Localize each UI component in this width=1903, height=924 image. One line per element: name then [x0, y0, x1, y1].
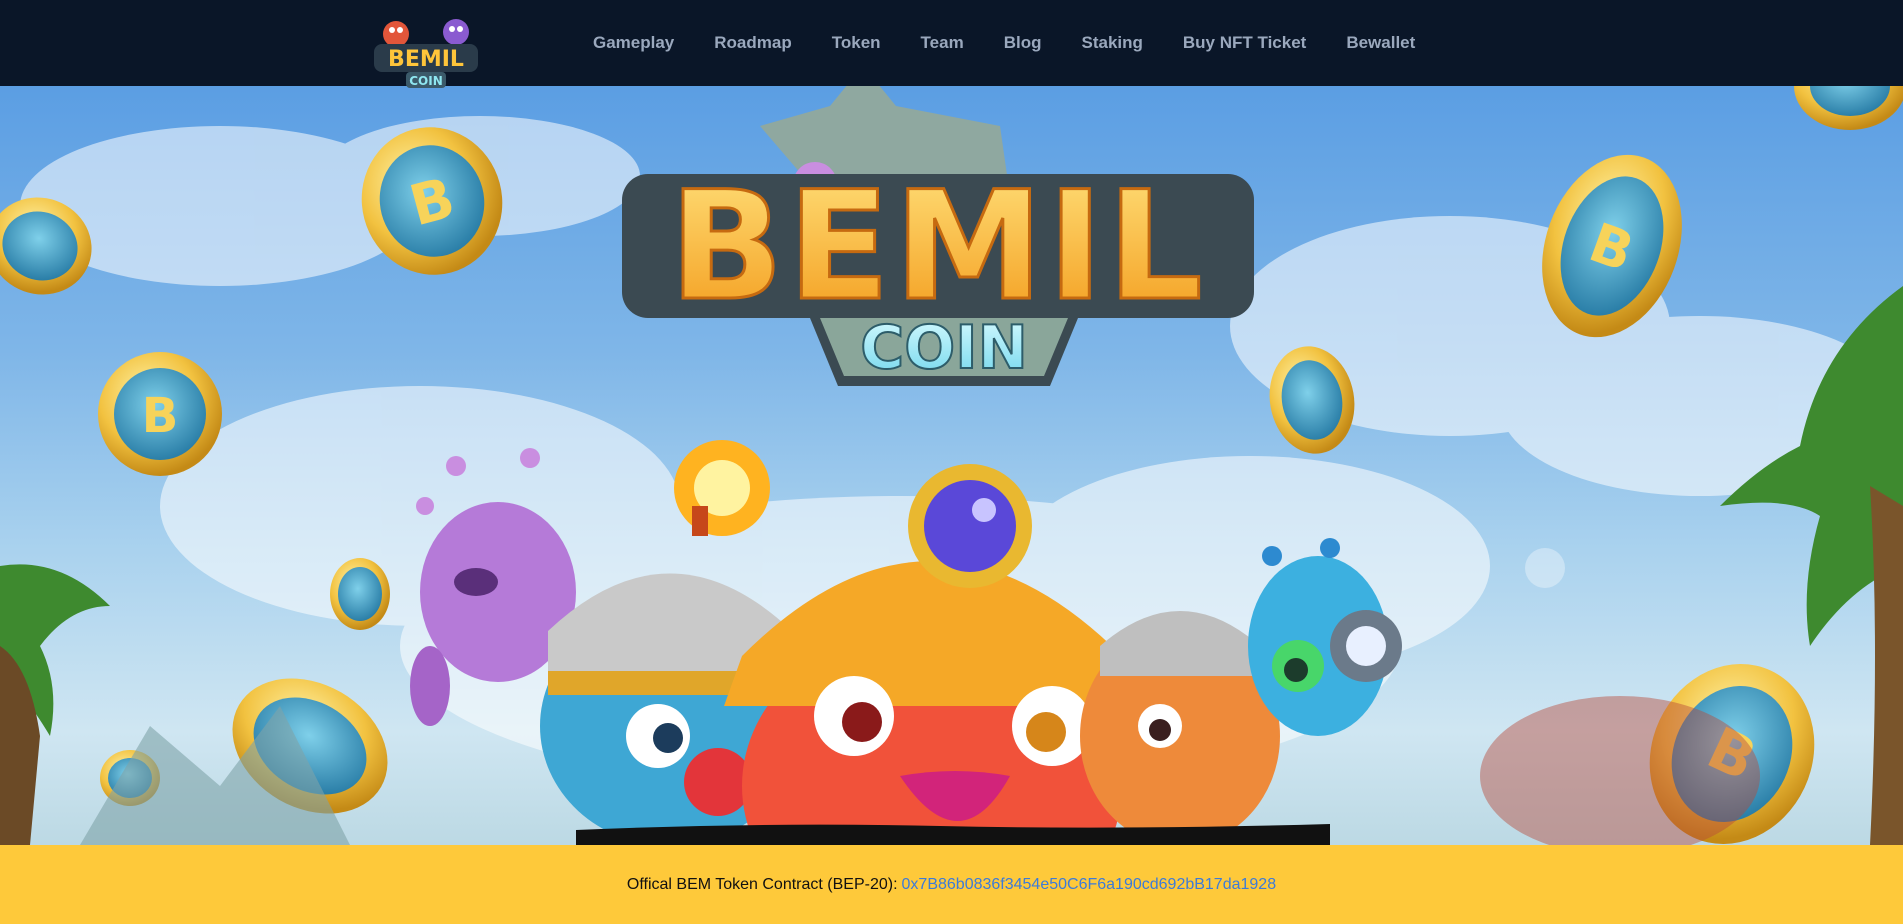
contract-address-link[interactable]: 0x7B86b0836f3454e50C6F6a190cd692bB17da19… — [902, 876, 1277, 894]
main-nav: Gameplay Roadmap Token Team Blog Staking… — [593, 0, 1455, 86]
site-header: BEMIL COIN Gameplay Roadmap Token Team B… — [0, 0, 1903, 88]
site-logo[interactable]: BEMIL COIN — [368, 10, 484, 96]
nav-staking[interactable]: Staking — [1081, 33, 1142, 53]
contract-bar: Offical BEM Token Contract (BEP-20): 0x7… — [0, 845, 1903, 924]
nav-token[interactable]: Token — [832, 33, 881, 53]
hero-banner: B B B B BEMIL COIN — [0, 86, 1903, 845]
svg-text:B: B — [142, 388, 179, 444]
explosion-icon — [674, 440, 770, 536]
nav-roadmap[interactable]: Roadmap — [714, 33, 791, 53]
nav-bewallet[interactable]: Bewallet — [1346, 33, 1415, 53]
nav-gameplay[interactable]: Gameplay — [593, 33, 674, 53]
nav-team[interactable]: Team — [921, 33, 964, 53]
palm-tree-left — [0, 564, 110, 845]
nav-blog[interactable]: Blog — [1004, 33, 1042, 53]
svg-text:BEMIL: BEMIL — [669, 160, 1206, 334]
hero-illustration: B B B B BEMIL COIN — [0, 86, 1903, 845]
hero-title-logo: BEMIL COIN — [622, 86, 1254, 386]
svg-text:BEMIL: BEMIL — [388, 47, 464, 72]
contract-label: Offical BEM Token Contract (BEP-20): — [626, 875, 898, 893]
svg-text:COIN: COIN — [860, 313, 1028, 383]
nav-buy-nft-ticket[interactable]: Buy NFT Ticket — [1183, 33, 1306, 53]
svg-text:COIN: COIN — [409, 74, 443, 88]
